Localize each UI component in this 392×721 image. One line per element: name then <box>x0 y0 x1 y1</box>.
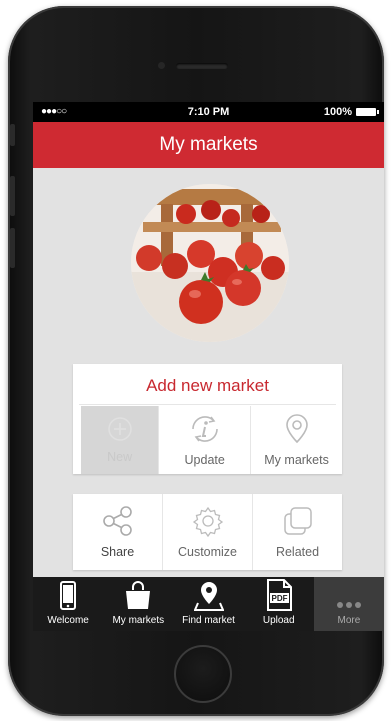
app-screen: ●●●○○ 7:10 PM 100% My markets Add new ma… <box>33 102 384 631</box>
phone-icon <box>60 581 77 610</box>
new-market-button[interactable]: New <box>81 406 159 474</box>
share-icon <box>102 506 132 536</box>
tab-more-label: More <box>337 615 361 626</box>
tab-find-market[interactable]: Find market <box>173 577 243 631</box>
share-label: Share <box>100 545 135 559</box>
shopping-bag-icon <box>126 581 151 609</box>
actions-card: Share Customize Related <box>73 494 342 570</box>
front-camera <box>158 62 165 69</box>
pdf-icon: PDF <box>266 579 292 611</box>
tab-bar: Welcome My markets Find market PDF Uploa… <box>33 577 384 631</box>
tab-my-markets-label: My markets <box>112 615 165 626</box>
customize-label: Customize <box>177 545 238 559</box>
add-market-card: Add new market New Update My markets <box>73 364 342 474</box>
tab-welcome-label: Welcome <box>47 615 89 626</box>
phone-frame: ●●●○○ 7:10 PM 100% My markets Add new ma… <box>8 6 384 716</box>
new-label: New <box>107 450 133 464</box>
gear-icon <box>192 506 223 537</box>
home-button[interactable] <box>174 645 232 703</box>
mute-switch <box>10 124 15 146</box>
battery-icon <box>356 108 379 116</box>
add-new-market-button[interactable]: Add new market <box>79 364 336 405</box>
earpiece-speaker <box>176 63 228 69</box>
battery-indicator: 100% <box>323 106 379 118</box>
location-icon <box>193 582 224 611</box>
tab-more[interactable]: More <box>313 577 384 631</box>
tab-my-markets[interactable]: My markets <box>103 577 173 631</box>
page-title: My markets <box>33 122 384 168</box>
my-markets-label: My markets <box>264 453 329 467</box>
add-icon <box>107 417 132 441</box>
tab-welcome[interactable]: Welcome <box>33 577 103 631</box>
stack-icon <box>283 507 312 535</box>
update-button[interactable]: Update <box>158 406 250 474</box>
tab-find-market-label: Find market <box>182 615 235 626</box>
status-bar: ●●●○○ 7:10 PM 100% <box>33 102 384 122</box>
my-markets-button[interactable]: My markets <box>250 406 342 474</box>
info-refresh-icon <box>191 416 218 442</box>
market-photo <box>131 184 289 342</box>
map-pin-icon <box>285 414 308 444</box>
more-dots-icon <box>336 602 361 608</box>
share-button[interactable]: Share <box>73 494 162 570</box>
tomatoes-image <box>131 184 289 342</box>
pdf-badge: PDF <box>271 594 287 603</box>
related-label: Related <box>275 545 320 559</box>
customize-button[interactable]: Customize <box>162 494 252 570</box>
battery-percent: 100% <box>323 106 352 118</box>
tab-upload[interactable]: PDF Upload <box>244 577 314 631</box>
tab-upload-label: Upload <box>262 615 295 626</box>
volume-down-button <box>10 228 15 268</box>
update-label: Update <box>184 453 225 467</box>
related-button[interactable]: Related <box>252 494 342 570</box>
volume-up-button <box>10 176 15 216</box>
